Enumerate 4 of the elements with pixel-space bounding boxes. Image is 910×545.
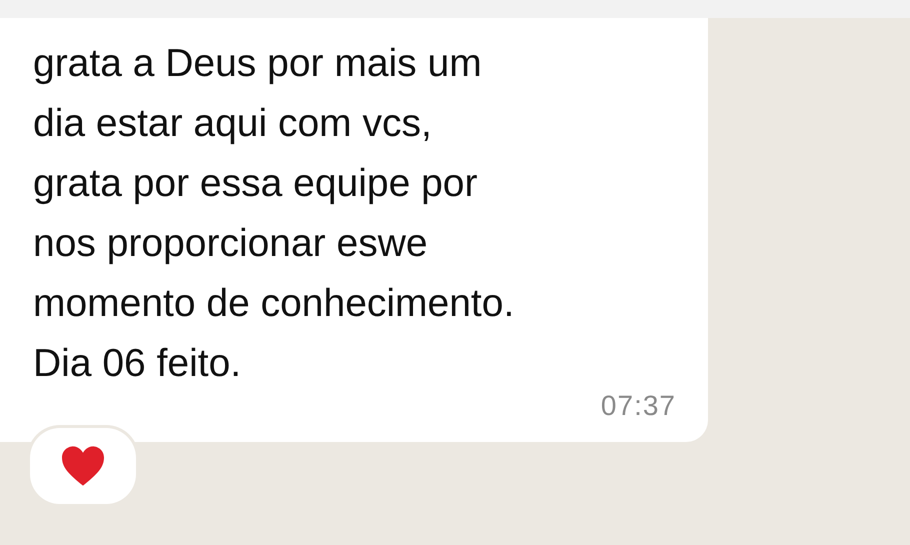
reaction-pill[interactable] — [30, 428, 136, 504]
message-time: 07:37 — [600, 390, 676, 422]
heart-icon — [60, 445, 106, 487]
message-text: grata a Deus por mais um dia estar aqui com vcs, grata por essa equipe por nos proporcionar eswe momento de conhecimento. Dia 06 feito. — [33, 41, 514, 387]
